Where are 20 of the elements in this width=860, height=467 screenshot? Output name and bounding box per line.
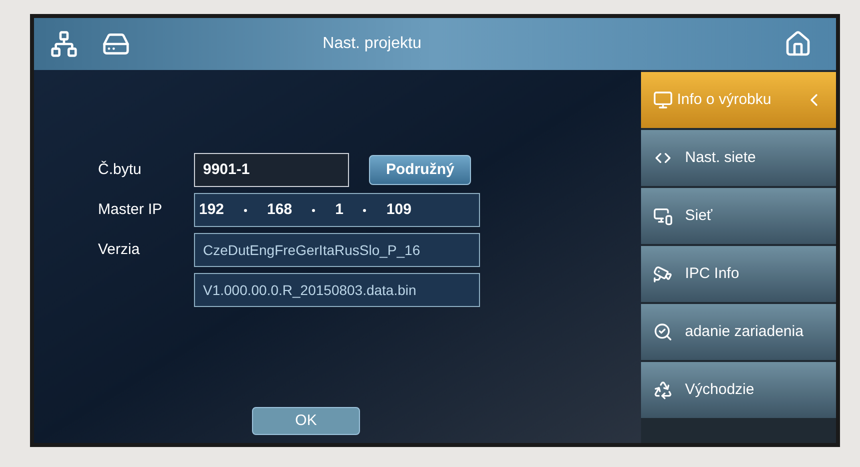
ok-button[interactable]: OK (252, 407, 360, 435)
version-field: CzeDutEngFreGerItaRusSlo_P_16 (194, 233, 480, 267)
recycle-icon (653, 380, 673, 400)
sidebar-item[interactable]: Nast. siete (641, 130, 836, 186)
monitor-icon (653, 90, 673, 110)
ip-input-field[interactable]: 192 168 1 109 (194, 193, 480, 227)
window-title: Nast. projektu (322, 34, 422, 54)
sidebar-item[interactable]: Východzie (641, 362, 836, 418)
field-label: Verzia (97, 240, 141, 260)
search-icon (653, 322, 673, 342)
secondary-button[interactable]: Podružný (369, 155, 472, 185)
version-field: V1.000.00.0.R_20150803.data.bin (194, 273, 480, 307)
camera-icon (653, 264, 673, 284)
sidebar-item[interactable]: IPC Info (641, 246, 836, 302)
home-icon[interactable] (784, 30, 812, 58)
sidebar-item[interactable]: adanie zariadenia (641, 304, 836, 360)
sidebar-item[interactable]: Sieť (641, 188, 836, 244)
field-label: Č.bytu (97, 160, 142, 180)
input-field[interactable]: 9901-1 (194, 153, 349, 187)
field-label: Master IP (97, 200, 164, 220)
